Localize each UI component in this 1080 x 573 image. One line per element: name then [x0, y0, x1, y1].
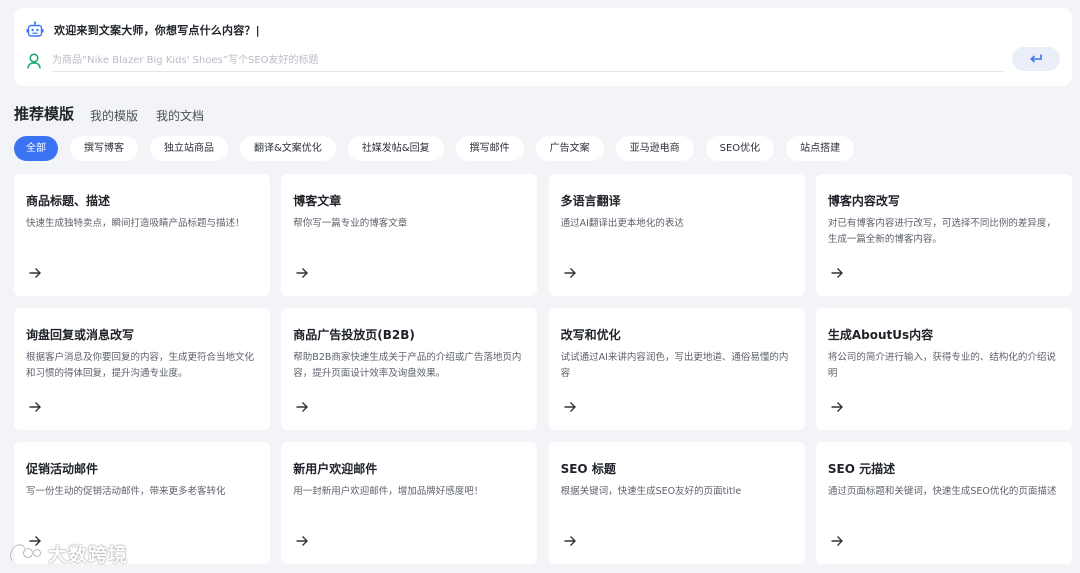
template-card[interactable]: 多语言翻译 通过AI翻译出更本地化的表达 [548, 174, 805, 296]
arrow-right-icon[interactable] [563, 266, 577, 280]
template-card[interactable]: 询盘回复或消息改写 根据客户消息及你要回复的内容，生成更符合当地文化和习惯的得体… [14, 308, 270, 430]
filter-email[interactable]: 撰写邮件 [455, 136, 524, 161]
arrow-right-icon[interactable] [295, 534, 309, 548]
filter-social-media[interactable]: 社媒发帖&回复 [347, 136, 444, 161]
template-grid: 商品标题、描述 快速生成独特卖点，瞬间打造吸睛产品标题与描述！ 博客文章 帮你写… [14, 174, 1072, 564]
template-card[interactable]: 改写和优化 试试通过AI来讲内容润色，写出更地道、通俗易懂的内容 [548, 308, 805, 430]
filter-site-building[interactable]: 站点搭建 [786, 136, 855, 161]
card-description: 写一份生动的促销活动邮件，带来更多老客转化 [26, 486, 226, 497]
card-description: 快速生成独特卖点，瞬间打造吸睛产品标题与描述！ [26, 218, 245, 229]
watermark: 大数跨境 [8, 540, 128, 566]
robot-icon [26, 21, 44, 39]
tab-my-templates[interactable]: 我的模版 [90, 107, 138, 124]
greeting-text: 欢迎来到文案大师，你想写点什么内容？| [54, 24, 260, 37]
card-title: 询盘回复或消息改写 [26, 328, 135, 342]
bot-message-row: 欢迎来到文案大师，你想写点什么内容？| [26, 20, 260, 40]
card-description: 将公司的简介进行输入，获得专业的、结构化的介绍说明 [827, 352, 1056, 379]
arrow-right-icon[interactable] [28, 266, 42, 280]
filter-ad-copy[interactable]: 广告文案 [535, 136, 604, 161]
card-title: 多语言翻译 [560, 194, 621, 208]
arrow-right-icon[interactable] [295, 266, 309, 280]
arrow-right-icon[interactable] [830, 400, 844, 414]
card-description: 根据关键词，快速生成SEO友好的页面title [560, 486, 742, 497]
card-description: 通过AI翻译出更本地化的表达 [560, 218, 684, 229]
card-description: 帮助B2B商家快速生成关于产品的介绍或广告落地页内容，提升页面设计效率及询盘效果… [293, 352, 522, 379]
card-description: 试试通过AI来讲内容润色，写出更地道、通俗易懂的内容 [560, 352, 789, 379]
template-card[interactable]: 博客内容改写 对已有博客内容进行改写，可选择不同比例的差异度，生成一篇全新的博客… [815, 174, 1072, 296]
enter-icon [1030, 54, 1042, 63]
card-description: 根据客户消息及你要回复的内容，生成更符合当地文化和习惯的得体回复，提升沟通专业度… [26, 352, 255, 379]
tab-recommended-templates[interactable]: 推荐模版 [14, 103, 74, 124]
template-card[interactable]: 新用户欢迎邮件 用一封新用户欢迎邮件，增加品牌好感度吧！ [281, 442, 538, 564]
template-card[interactable]: 生成AboutUs内容 将公司的简介进行输入，获得专业的、结构化的介绍说明 [815, 308, 1072, 430]
watermark-logo-icon [9, 543, 42, 562]
card-title: 博客文章 [293, 194, 342, 208]
prompt-panel: 欢迎来到文案大师，你想写点什么内容？| [14, 8, 1072, 86]
card-description: 通过页面标题和关键词，快速生成SEO优化的页面描述 [827, 486, 1057, 497]
filter-amazon[interactable]: 亚马逊电商 [615, 136, 694, 161]
filter-store-products[interactable]: 独立站商品 [150, 136, 228, 161]
send-button[interactable] [1012, 47, 1060, 71]
card-title: SEO 元描述 [827, 462, 896, 476]
filter-blog[interactable]: 撰写博客 [70, 136, 138, 161]
card-description: 帮你写一篇专业的博客文章 [293, 218, 408, 229]
card-description: 对已有博客内容进行改写，可选择不同比例的差异度，生成一篇全新的博客内容。 [827, 218, 1056, 245]
tab-my-documents[interactable]: 我的文档 [156, 107, 204, 124]
user-icon [26, 52, 42, 70]
arrow-right-icon[interactable] [563, 534, 577, 548]
template-card[interactable]: 商品广告投放页(B2B) 帮助B2B商家快速生成关于产品的介绍或广告落地页内容，… [281, 308, 538, 430]
filter-all[interactable]: 全部 [14, 136, 58, 161]
template-tabs: 推荐模版 我的模版 我的文档 [14, 102, 222, 124]
arrow-right-icon[interactable] [28, 400, 42, 414]
template-card[interactable]: 商品标题、描述 快速生成独特卖点，瞬间打造吸睛产品标题与描述！ [14, 174, 270, 296]
card-title: 改写和优化 [560, 328, 621, 342]
card-title: SEO 标题 [560, 462, 616, 476]
filter-translation[interactable]: 翻译&文案优化 [240, 136, 336, 161]
card-title: 商品广告投放页(B2B) [293, 328, 415, 342]
category-filters: 全部 撰写博客 独立站商品 翻译&文案优化 社媒发帖&回复 撰写邮件 广告文案 … [14, 136, 866, 161]
arrow-right-icon[interactable] [830, 534, 844, 548]
card-title: 商品标题、描述 [26, 194, 111, 208]
prompt-input[interactable] [52, 50, 1004, 72]
card-title: 生成AboutUs内容 [827, 328, 934, 342]
card-description: 用一封新用户欢迎邮件，增加品牌好感度吧！ [293, 486, 484, 497]
template-card[interactable]: 博客文章 帮你写一篇专业的博客文章 [281, 174, 538, 296]
card-title: 新用户欢迎邮件 [293, 462, 378, 476]
card-title: 博客内容改写 [827, 194, 900, 208]
arrow-right-icon[interactable] [563, 400, 577, 414]
watermark-text: 大数跨境 [48, 543, 129, 566]
filter-seo[interactable]: SEO优化 [705, 136, 775, 161]
user-input-row [26, 50, 1004, 72]
template-card[interactable]: SEO 标题 根据关键词，快速生成SEO友好的页面title [548, 442, 805, 564]
card-title: 促销活动邮件 [26, 462, 99, 476]
template-card[interactable]: SEO 元描述 通过页面标题和关键词，快速生成SEO优化的页面描述 [815, 442, 1072, 564]
arrow-right-icon[interactable] [295, 400, 309, 414]
arrow-right-icon[interactable] [830, 266, 844, 280]
